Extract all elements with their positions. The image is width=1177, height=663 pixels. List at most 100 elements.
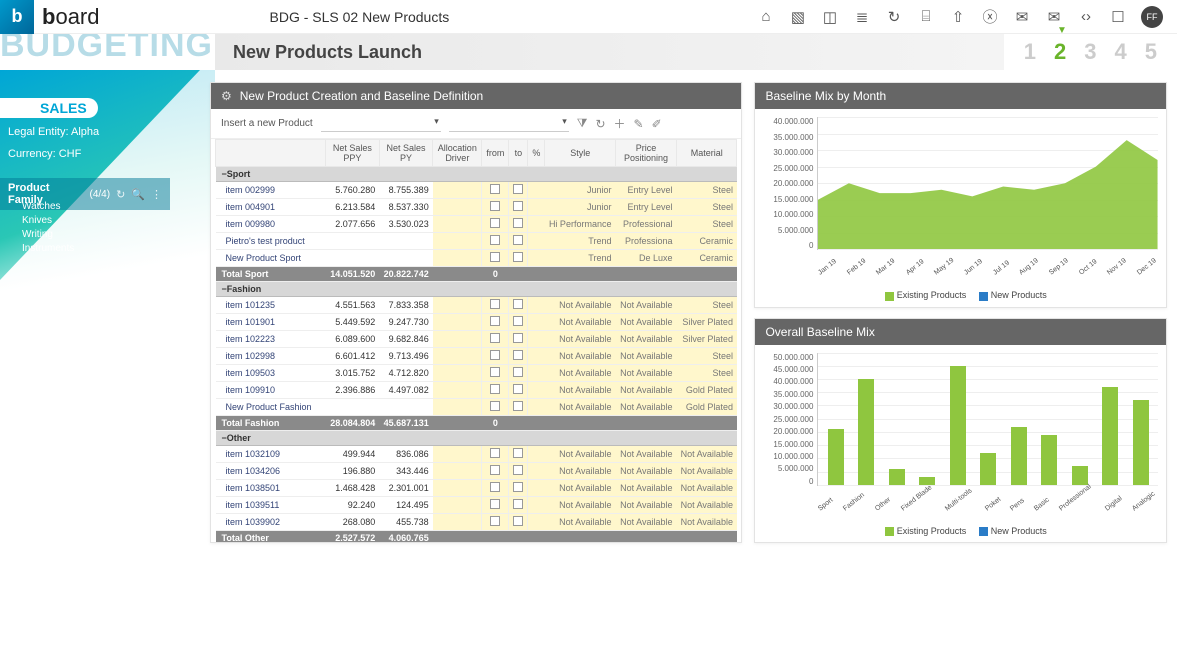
- cell-price[interactable]: Professiona: [615, 233, 676, 250]
- cell-price[interactable]: Not Available: [615, 399, 676, 416]
- bar[interactable]: [950, 366, 966, 485]
- cell-price[interactable]: Not Available: [615, 297, 676, 314]
- cell-driver[interactable]: [433, 314, 482, 331]
- cell-pct[interactable]: [528, 480, 545, 497]
- cell-from[interactable]: [482, 399, 509, 416]
- cell-style[interactable]: Not Available: [545, 399, 616, 416]
- checkbox[interactable]: [490, 218, 500, 228]
- column-header[interactable]: %: [528, 140, 545, 167]
- cell-from[interactable]: [482, 199, 509, 216]
- bar[interactable]: [1041, 435, 1057, 485]
- cell-to[interactable]: [509, 514, 528, 531]
- column-header[interactable]: [216, 140, 326, 167]
- table-row[interactable]: item 103951192.240124.495Not AvailableNo…: [216, 497, 737, 514]
- chat-icon[interactable]: ☐: [1109, 8, 1127, 26]
- table-row[interactable]: item 0049016.213.5848.537.330JuniorEntry…: [216, 199, 737, 216]
- table-row[interactable]: New Product SportTrendDe LuxeCeramic: [216, 250, 737, 267]
- cell-to[interactable]: [509, 382, 528, 399]
- cell-pct[interactable]: [528, 182, 545, 199]
- bar[interactable]: [889, 469, 905, 485]
- cell-to[interactable]: [509, 348, 528, 365]
- cell-material[interactable]: Steel: [677, 182, 737, 199]
- cell-to[interactable]: [509, 199, 528, 216]
- cell-to[interactable]: [509, 314, 528, 331]
- cell-material[interactable]: Gold Plated: [677, 382, 737, 399]
- checkbox[interactable]: [513, 516, 523, 526]
- column-header[interactable]: to: [509, 140, 528, 167]
- cell-pct[interactable]: [528, 514, 545, 531]
- cell-to[interactable]: [509, 365, 528, 382]
- present-icon[interactable]: ⌸: [917, 8, 935, 25]
- column-header[interactable]: Allocation Driver: [433, 140, 482, 167]
- checkbox[interactable]: [490, 482, 500, 492]
- cell-to[interactable]: [509, 182, 528, 199]
- bar[interactable]: [1072, 466, 1088, 485]
- home-icon[interactable]: ⌂: [757, 8, 775, 25]
- share-icon[interactable]: ⇧: [949, 8, 967, 26]
- align-icon[interactable]: ≣: [853, 8, 871, 26]
- checkbox[interactable]: [513, 201, 523, 211]
- table-row[interactable]: item 1034206196.880343.446Not AvailableN…: [216, 463, 737, 480]
- column-header[interactable]: Net Sales PY: [379, 140, 432, 167]
- cell-driver[interactable]: [433, 497, 482, 514]
- mail-icon[interactable]: ✉: [1013, 8, 1031, 26]
- checkbox[interactable]: [513, 235, 523, 245]
- cell-from[interactable]: [482, 480, 509, 497]
- cell-material[interactable]: Steel: [677, 297, 737, 314]
- section-header[interactable]: Sport: [216, 167, 737, 182]
- family-item[interactable]: Writing: [22, 228, 74, 242]
- refresh-icon[interactable]: ↻: [885, 8, 903, 26]
- table-row[interactable]: item 0029995.760.2808.755.389JuniorEntry…: [216, 182, 737, 199]
- checkbox[interactable]: [490, 384, 500, 394]
- cell-from[interactable]: [482, 314, 509, 331]
- cell-style[interactable]: Hi Performance: [545, 216, 616, 233]
- cell-material[interactable]: Silver Plated: [677, 314, 737, 331]
- checkbox[interactable]: [513, 333, 523, 343]
- cell-pct[interactable]: [528, 348, 545, 365]
- checkbox[interactable]: [490, 316, 500, 326]
- cell-driver[interactable]: [433, 365, 482, 382]
- checkbox[interactable]: [490, 465, 500, 475]
- edit-icon[interactable]: ✎: [634, 117, 644, 131]
- checkbox[interactable]: [513, 184, 523, 194]
- cell-price[interactable]: Not Available: [615, 463, 676, 480]
- cell-material[interactable]: Steel: [677, 365, 737, 382]
- flip-icon[interactable]: ◫: [821, 8, 839, 26]
- checkbox[interactable]: [513, 367, 523, 377]
- step-1[interactable]: 1: [1024, 39, 1036, 65]
- column-header[interactable]: Material: [677, 140, 737, 167]
- table-row[interactable]: item 10385011.468.4282.301.001Not Availa…: [216, 480, 737, 497]
- checkbox[interactable]: [490, 252, 500, 262]
- cell-price[interactable]: Not Available: [615, 382, 676, 399]
- column-header[interactable]: from: [482, 140, 509, 167]
- cell-style[interactable]: Not Available: [545, 365, 616, 382]
- checkbox[interactable]: [513, 448, 523, 458]
- cell-material[interactable]: Steel: [677, 216, 737, 233]
- checkbox[interactable]: [490, 499, 500, 509]
- table-scroll[interactable]: Net Sales PPYNet Sales PYAllocation Driv…: [211, 139, 741, 542]
- cell-style[interactable]: Not Available: [545, 348, 616, 365]
- table-row[interactable]: item 1099102.396.8864.497.082Not Availab…: [216, 382, 737, 399]
- cell-price[interactable]: Not Available: [615, 446, 676, 463]
- cell-from[interactable]: [482, 348, 509, 365]
- add-icon[interactable]: ＋: [614, 115, 626, 132]
- cell-price[interactable]: Not Available: [615, 480, 676, 497]
- checkbox[interactable]: [490, 448, 500, 458]
- cell-pct[interactable]: [528, 497, 545, 514]
- cell-pct[interactable]: [528, 331, 545, 348]
- cell-driver[interactable]: [433, 348, 482, 365]
- layout-icon[interactable]: ▧: [789, 8, 807, 26]
- cell-style[interactable]: Not Available: [545, 463, 616, 480]
- cell-driver[interactable]: [433, 382, 482, 399]
- cell-to[interactable]: [509, 463, 528, 480]
- table-row[interactable]: item 1019015.449.5929.247.730Not Availab…: [216, 314, 737, 331]
- cell-style[interactable]: Trend: [545, 250, 616, 267]
- cell-pct[interactable]: [528, 233, 545, 250]
- refresh-mini-icon[interactable]: ↻: [116, 188, 125, 201]
- checkbox[interactable]: [490, 516, 500, 526]
- cell-price[interactable]: Professional: [615, 216, 676, 233]
- cell-style[interactable]: Not Available: [545, 480, 616, 497]
- checkbox[interactable]: [513, 384, 523, 394]
- cell-pct[interactable]: [528, 297, 545, 314]
- table-row[interactable]: item 1039902268.080455.738Not AvailableN…: [216, 514, 737, 531]
